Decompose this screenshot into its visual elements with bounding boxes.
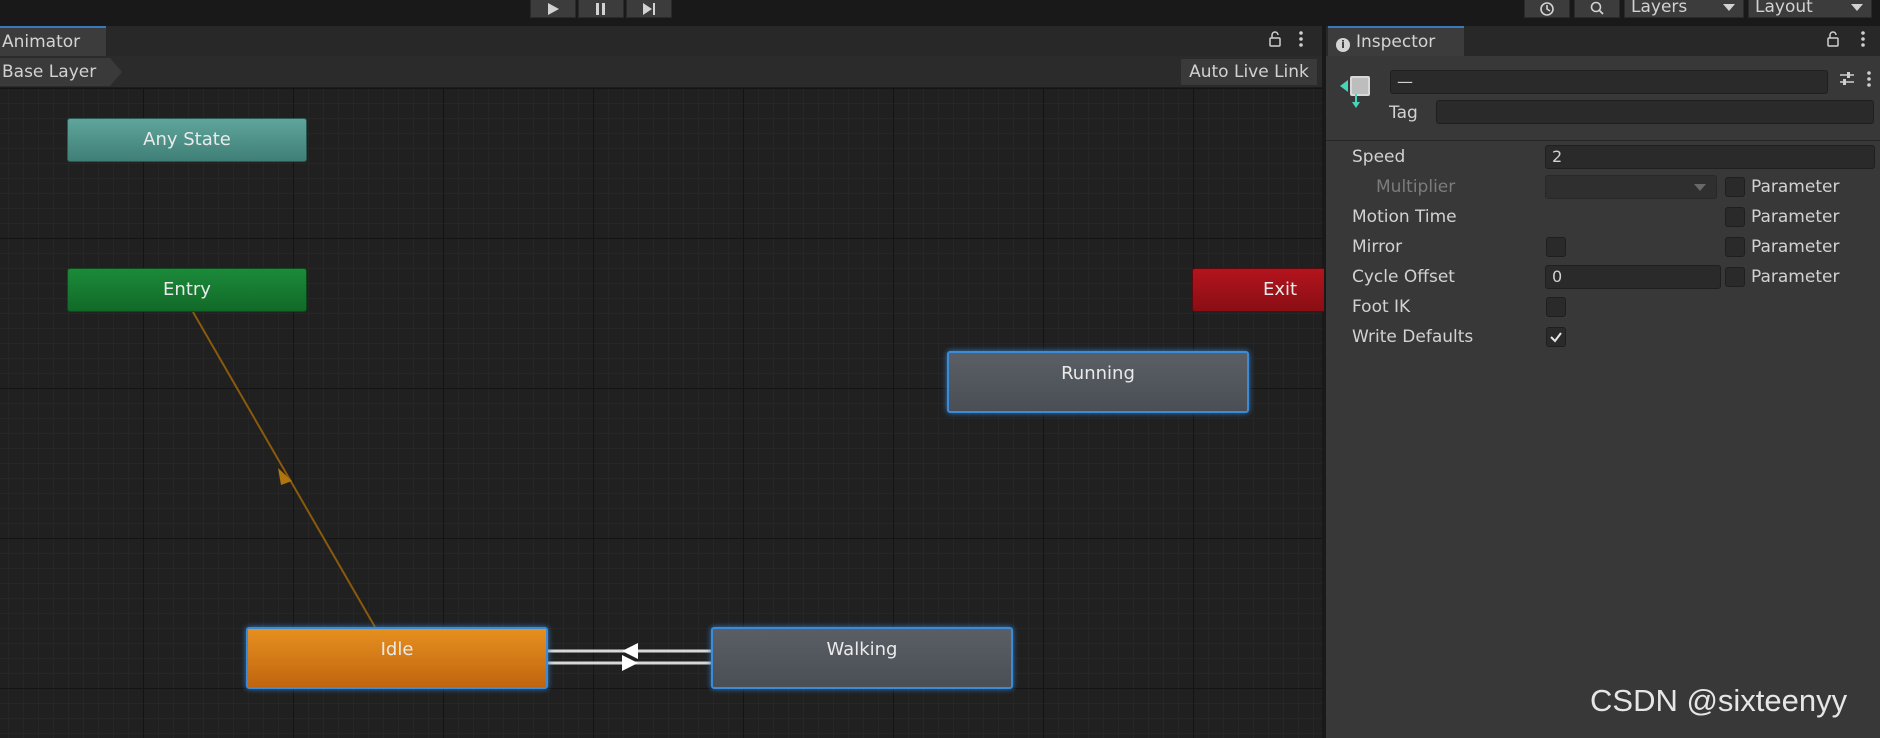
tag-label: Tag [1389, 103, 1418, 123]
mirror-parameter-checkbox[interactable] [1725, 237, 1745, 257]
multiplier-parameter-checkbox[interactable] [1725, 177, 1745, 197]
speed-field[interactable]: 2 [1545, 145, 1875, 169]
layout-label: Layout [1755, 0, 1813, 17]
entry-node[interactable]: Entry [67, 268, 307, 312]
divider [1326, 140, 1880, 141]
parameter-label: Parameter [1751, 237, 1840, 257]
node-label: Any State [143, 129, 231, 150]
info-icon: i [1336, 38, 1350, 52]
lock-icon[interactable] [1268, 30, 1282, 52]
play-button[interactable] [530, 0, 576, 18]
chevron-down-icon [1694, 184, 1706, 191]
tab-inspector[interactable]: i Inspector [1328, 26, 1464, 56]
exit-node[interactable]: Exit [1192, 268, 1332, 312]
preset-settings-icon[interactable] [1838, 70, 1856, 92]
node-label: Exit [1263, 279, 1298, 300]
layers-label: Layers [1631, 0, 1688, 17]
chevron-down-icon [1851, 4, 1863, 11]
speed-label: Speed [1352, 147, 1406, 167]
auto-live-link-button[interactable]: Auto Live Link [1180, 58, 1318, 86]
tag-field[interactable] [1436, 100, 1874, 124]
parameter-label: Parameter [1751, 177, 1840, 197]
play-icon [548, 2, 559, 15]
multiplier-dropdown [1545, 175, 1717, 199]
walking-state-node[interactable]: Walking [711, 627, 1013, 689]
multiplier-label: Multiplier [1376, 177, 1456, 197]
mirror-label: Mirror [1352, 237, 1403, 257]
foot-ik-label: Foot IK [1352, 297, 1411, 317]
state-name-field[interactable]: — [1390, 70, 1828, 94]
any-state-node[interactable]: Any State [67, 118, 307, 162]
motion-time-label: Motion Time [1352, 207, 1457, 227]
running-state-node[interactable]: Running [947, 351, 1249, 413]
step-button[interactable] [626, 0, 672, 18]
inspector-panel-cover [1324, 26, 1880, 738]
idle-state-node[interactable]: Idle [246, 627, 548, 689]
animator-state-icon [1338, 72, 1374, 116]
layout-dropdown[interactable]: Layout [1748, 0, 1872, 18]
cycle-offset-label: Cycle Offset [1352, 267, 1455, 287]
motion-time-parameter-checkbox[interactable] [1725, 207, 1745, 227]
animator-sub-toolbar [0, 56, 1322, 88]
write-defaults-checkbox[interactable] [1546, 327, 1566, 347]
watermark: CSDN @sixteenyy [1590, 683, 1848, 718]
transition-edges [192, 311, 711, 671]
search-button[interactable] [1574, 0, 1620, 18]
step-icon [643, 2, 655, 15]
more-options-icon[interactable] [1298, 30, 1304, 52]
layers-dropdown[interactable]: Layers [1624, 0, 1744, 18]
node-label: Walking [826, 639, 898, 660]
history-icon [1540, 1, 1554, 16]
node-label: Entry [163, 279, 211, 300]
pause-button[interactable] [578, 0, 624, 18]
node-label: Idle [380, 639, 414, 660]
foot-ik-checkbox[interactable] [1546, 297, 1566, 317]
parameter-label: Parameter [1751, 207, 1840, 227]
main-toolbar: Layers Layout [0, 0, 1880, 20]
lock-icon[interactable] [1826, 30, 1840, 52]
node-label: Running [1061, 363, 1135, 384]
chevron-down-icon [1723, 4, 1735, 11]
search-icon [1590, 1, 1604, 15]
cycle-offset-field[interactable]: 0 [1545, 265, 1721, 289]
entry-to-idle-transition[interactable] [192, 311, 376, 628]
tab-inspector-label: Inspector [1356, 32, 1436, 52]
tab-animator[interactable]: Animator [0, 26, 106, 56]
mirror-checkbox[interactable] [1546, 237, 1566, 257]
cycle-offset-parameter-checkbox[interactable] [1725, 267, 1745, 287]
write-defaults-label: Write Defaults [1352, 327, 1474, 347]
breadcrumb[interactable]: Base Layer [0, 58, 122, 86]
history-button[interactable] [1524, 0, 1570, 18]
checkmark-icon [1550, 332, 1562, 343]
pause-icon [596, 2, 605, 15]
more-options-icon[interactable] [1860, 30, 1866, 52]
animator-tab-bar [0, 26, 1322, 56]
component-menu-icon[interactable] [1866, 70, 1872, 92]
parameter-label: Parameter [1751, 267, 1840, 287]
